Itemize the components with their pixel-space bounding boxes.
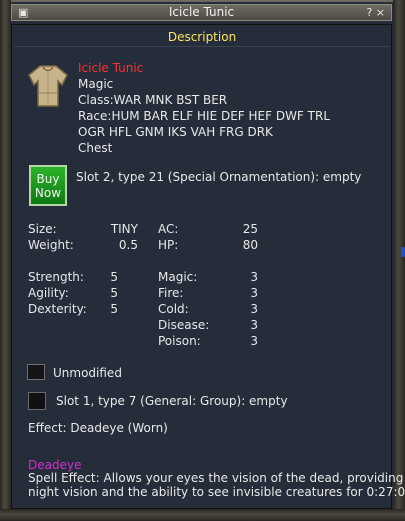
item-name: Icicle Tunic <box>78 61 144 75</box>
disease-resist-value: 3 <box>250 318 258 332</box>
ac-value: 25 <box>242 222 258 236</box>
window-title: Icicle Tunic <box>168 5 235 19</box>
buy-now-button[interactable]: Buy Now <box>29 165 67 206</box>
dexterity-value: 5 <box>110 302 118 316</box>
item-flag: Magic <box>78 77 114 91</box>
poison-resist-value: 3 <box>250 334 258 348</box>
window-frame-bottom <box>0 509 405 521</box>
magic-resist-value: 3 <box>250 270 258 284</box>
ornament-slot-line: Slot 2, type 21 (Special Ornamentation):… <box>76 170 362 184</box>
fire-resist-value: 3 <box>250 286 258 300</box>
help-close-icons[interactable]: ? × <box>366 5 385 20</box>
title-bar[interactable]: ▣ Icicle Tunic ? × <box>11 4 392 21</box>
resize-handle[interactable] <box>401 247 405 257</box>
magic-resist-label: Magic: <box>158 270 198 284</box>
augment-slot[interactable] <box>28 392 46 410</box>
poison-resist-label: Poison: <box>158 334 201 348</box>
fire-resist-label: Fire: <box>158 286 184 300</box>
item-classes: Class:WAR MNK BST BER <box>78 93 228 107</box>
unmodified-checkbox[interactable] <box>27 364 45 380</box>
window-frame-left <box>0 0 11 521</box>
item-races: Race:HUM BAR ELF HIE DEF HEF DWF TRL <box>78 109 330 123</box>
buy-now-label-1: Buy <box>36 172 60 186</box>
hp-label: HP: <box>158 238 179 252</box>
weight-label: Weight: <box>28 238 74 252</box>
strength-label: Strength: <box>28 270 84 284</box>
unmodified-label: Unmodified <box>53 366 122 380</box>
group-slot-line: Slot 1, type 7 (General: Group): empty <box>56 394 288 408</box>
agility-label: Agility: <box>28 286 69 300</box>
window-frame-right <box>393 0 405 521</box>
item-slot: Chest <box>78 141 113 155</box>
section-heading: Description <box>14 28 390 47</box>
agility-value: 5 <box>110 286 118 300</box>
dexterity-label: Dexterity: <box>28 302 87 316</box>
buy-now-label-2: Now <box>34 186 62 200</box>
effect-line: Effect: Deadeye (Worn) <box>28 421 168 435</box>
tunic-icon <box>28 65 68 107</box>
size-value: TINY <box>110 222 138 236</box>
cold-resist-label: Cold: <box>158 302 189 316</box>
disease-resist-label: Disease: <box>158 318 210 332</box>
strength-value: 5 <box>110 270 118 284</box>
spell-effect-line-2: night vision and the ability to see invi… <box>28 485 405 499</box>
weight-value: 0.5 <box>118 238 138 252</box>
item-races-cont: OGR HFL GNM IKS VAH FRG DRK <box>78 125 273 139</box>
cold-resist-value: 3 <box>250 302 258 316</box>
hp-value: 80 <box>242 238 258 252</box>
ac-label: AC: <box>158 222 179 236</box>
size-label: Size: <box>28 222 57 236</box>
